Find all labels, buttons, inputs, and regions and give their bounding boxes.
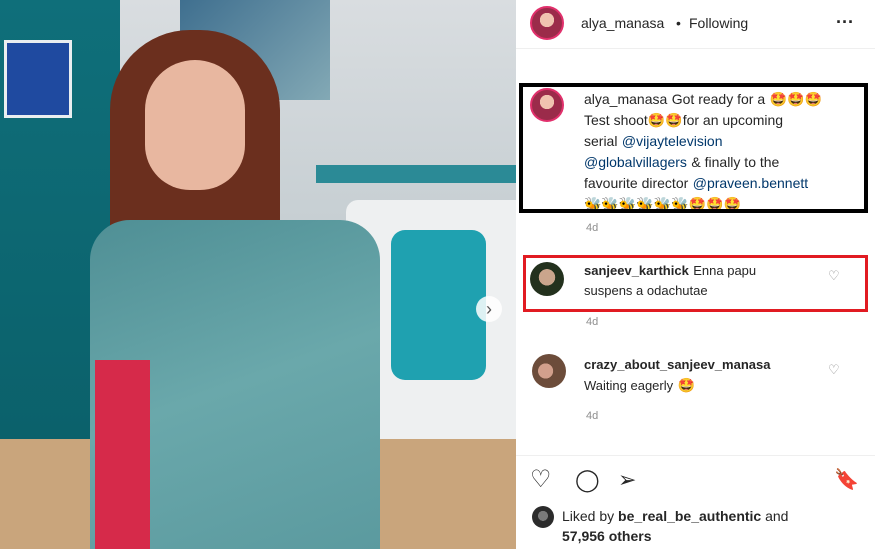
comment-like-icon[interactable]: ♡ — [828, 362, 840, 378]
owner-avatar[interactable] — [530, 6, 564, 40]
next-photo-button[interactable]: › — [476, 296, 502, 322]
comment-text: Waiting eagerly — [584, 378, 674, 393]
share-icon[interactable]: ➢ — [618, 466, 636, 494]
face — [145, 60, 245, 190]
bookmark-icon[interactable]: 🔖 — [834, 466, 859, 494]
wall-frame — [4, 40, 72, 118]
header-username[interactable]: alya_manasa — [581, 15, 664, 31]
liker-avatar[interactable] — [532, 506, 554, 528]
likes-summary: Liked by be_real_be_authentic and 57,956… — [562, 506, 862, 546]
likes-prefix: Liked by — [562, 508, 615, 524]
more-options-icon[interactable]: ··· — [836, 12, 854, 33]
comment-emoji: 🤩 — [677, 377, 696, 393]
saree-border — [95, 360, 150, 549]
liker-username[interactable]: be_real_be_authentic — [618, 508, 761, 524]
caption-time: 4d — [586, 222, 599, 234]
comment-time: 4d — [586, 316, 599, 328]
comment-2: crazy_about_sanjeev_manasa Waiting eager… — [584, 355, 829, 396]
highlight-comment-box — [523, 255, 868, 312]
pillow — [391, 230, 486, 380]
post-header: alya_manasa • Following ··· — [516, 0, 875, 49]
likes-count[interactable]: 57,956 others — [562, 528, 652, 544]
highlight-caption-box — [519, 83, 868, 213]
person-figure — [90, 20, 380, 549]
likes-and: and — [765, 508, 789, 524]
like-heart-icon[interactable]: ♡ — [530, 466, 552, 494]
comment-icon[interactable]: ◯ — [575, 466, 600, 494]
comment-time: 4d — [586, 410, 599, 422]
header-separator: • — [676, 15, 681, 31]
post-actions: ♡ ◯ ➢ 🔖 — [516, 462, 875, 502]
divider — [516, 455, 875, 456]
post-photo[interactable] — [0, 0, 516, 549]
following-button[interactable]: Following — [689, 15, 748, 31]
comment-username[interactable]: crazy_about_sanjeev_manasa — [584, 357, 770, 372]
comment-avatar[interactable] — [532, 354, 566, 388]
